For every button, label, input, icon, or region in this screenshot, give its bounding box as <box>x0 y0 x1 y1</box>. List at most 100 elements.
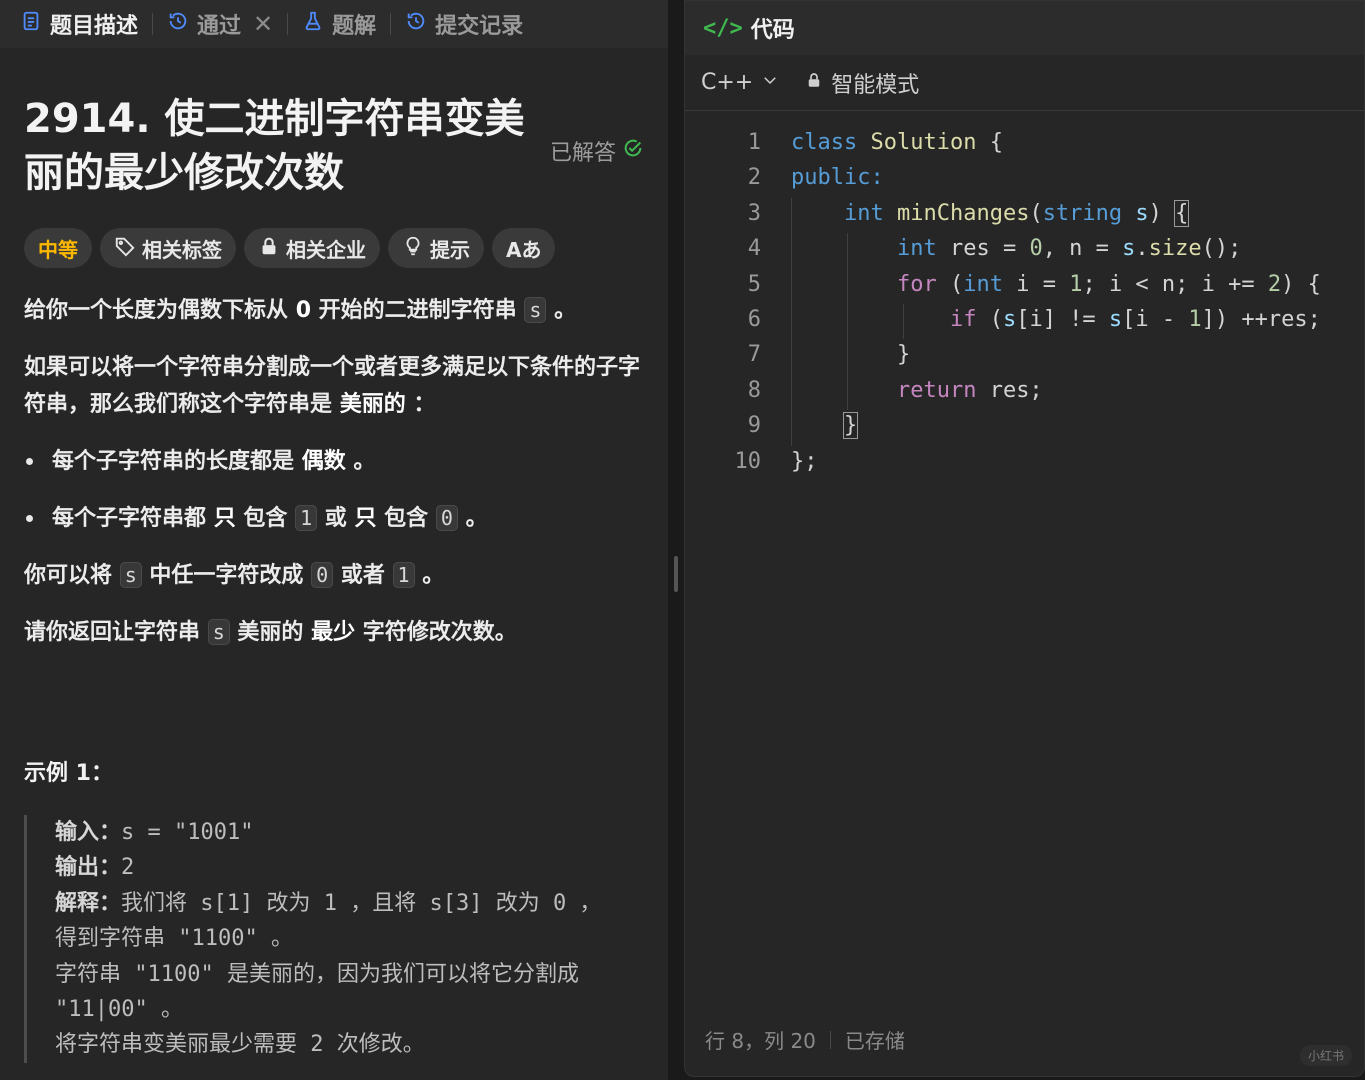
line-number: 1 <box>747 130 761 155</box>
problem-tabs: 题目描述 通过 ✕ 题解 提交记录 <box>0 0 668 48</box>
related-companies-button[interactable]: 相关企业 <box>244 228 380 268</box>
chevron-down-icon <box>761 70 779 95</box>
tab-solutions[interactable]: 题解 <box>302 8 390 40</box>
example-block: 输入：s = "1001" 输出：2 解释：我们将 s[1] 改为 1 ，且将 … <box>24 815 644 1063</box>
related-tags-button[interactable]: 相关标签 <box>100 228 236 268</box>
language-select[interactable]: C++ <box>701 70 779 95</box>
inline-code: s <box>524 297 547 323</box>
line-number: 7 <box>747 342 761 368</box>
solved-label: 已解答 <box>549 141 616 166</box>
text: ： <box>413 392 436 417</box>
code-line: 7 } <box>685 337 1364 372</box>
code-line: 3 int minChanges(string s) { <box>685 196 1364 231</box>
inline-code: s <box>207 619 230 645</box>
language-label: C++ <box>701 70 754 95</box>
code-text: for (int i = 1; i < n; i += 2) { <box>896 271 1321 297</box>
code-editor[interactable]: 1 class Solution { 2 public: 3 int minChan… <box>685 125 1364 479</box>
code-line: 5 for (int i = 1; i < n; i += 2) { <box>685 267 1364 302</box>
check-circle-icon <box>622 137 644 165</box>
tab-label: 提交记录 <box>435 14 524 39</box>
flask-icon <box>302 10 324 38</box>
tab-description[interactable]: 题目描述 <box>20 8 152 40</box>
text: 如果可以将一个字符串分割成一个或者更多满足以下条件的子字符串，那么我们称这个字符… <box>24 355 641 417</box>
text: 每个子字符串的长度都是 <box>52 449 295 474</box>
lock-icon <box>258 235 280 262</box>
badge-label: 相关标签 <box>142 237 222 262</box>
text: 。 <box>554 298 577 323</box>
text: 。 <box>465 506 488 531</box>
close-icon[interactable]: ✕ <box>253 10 273 38</box>
problem-title[interactable]: 2914. 使二进制字符串变美丽的最少修改次数 <box>24 92 544 200</box>
emphasis: 0 <box>295 298 311 323</box>
emphasis: 只 <box>354 506 377 531</box>
text: 你可以将 <box>24 563 113 588</box>
problem-panel: 题目描述 通过 ✕ 题解 提交记录 2914. 使二进制字符串变美丽的最少修改次… <box>0 0 668 1080</box>
example-input: 输入：s = "1001" <box>55 815 644 850</box>
smart-mode-toggle[interactable]: 智能模式 <box>805 67 919 99</box>
value: s = "1001" <box>121 820 254 845</box>
badge-label: 相关企业 <box>286 237 366 262</box>
code-text: return res; <box>896 377 1043 403</box>
history-icon <box>405 10 427 38</box>
watermark: 小红书 <box>1299 1045 1352 1066</box>
history-icon <box>167 10 189 38</box>
inline-code: 1 <box>392 562 415 588</box>
tag-icon <box>114 235 136 262</box>
desc-paragraph: 请你返回让字符串 s 美丽的 最少 字符修改次数。 <box>24 614 644 651</box>
text: 或 <box>324 506 347 531</box>
value: 我们将 s[1] 改为 1 ，且将 s[3] 改为 0 ， <box>121 890 602 916</box>
line-number: 6 <box>747 306 761 332</box>
tab-accepted[interactable]: 通过 ✕ <box>167 8 287 40</box>
code-line: 10}; <box>685 444 1364 479</box>
lock-icon <box>805 70 823 95</box>
list-item: 每个子字符串的长度都是 偶数 。 <box>24 443 644 480</box>
emphasis: 只 <box>213 506 236 531</box>
label: 解释： <box>55 890 122 916</box>
document-icon <box>20 10 42 38</box>
code-line: 8 return res; <box>685 373 1364 408</box>
panel-resize-handle[interactable] <box>674 556 678 592</box>
text: 开始的二进制字符串 <box>318 298 517 323</box>
translate-button[interactable]: Aあ <box>492 228 556 268</box>
text: 字符修改次数。 <box>362 620 517 645</box>
code-line: 9 } <box>685 408 1364 443</box>
tab-submissions[interactable]: 提交记录 <box>405 8 537 40</box>
desc-paragraph: 你可以将 s 中任一字符改成 0 或者 1 。 <box>24 557 644 594</box>
solved-status: 已解答 <box>550 102 644 200</box>
example-explanation-line: 将字符串变美丽最少需要 2 次修改。 <box>55 1032 425 1058</box>
text: 。 <box>353 449 376 474</box>
tab-label: 题目描述 <box>50 14 139 39</box>
desc-paragraph: 给你一个长度为偶数下标从 0 开始的二进制字符串 s 。 <box>24 292 644 329</box>
problem-content: 2914. 使二进制字符串变美丽的最少修改次数 已解答 中等 相关标签 相关企业… <box>0 92 668 1063</box>
problem-description: 给你一个长度为偶数下标从 0 开始的二进制字符串 s 。 如果可以将一个字符串分… <box>24 292 644 651</box>
example-explanation: 解释：我们将 s[1] 改为 1 ，且将 s[3] 改为 0 ， <box>55 886 644 921</box>
code-text: int minChanges(string s) { <box>843 199 1190 227</box>
text: 。 <box>422 563 445 588</box>
example-explanation-line: "11|00" 。 <box>55 997 183 1023</box>
tab-separator <box>152 13 154 35</box>
code-line: 2 public: <box>685 160 1364 195</box>
code-text: class Solution { <box>791 130 1003 155</box>
tab-label: 通过 <box>197 14 242 39</box>
code-text: int res = 0, n = s.size(); <box>896 236 1242 262</box>
code-line: 4 int res = 0, n = s.size(); <box>685 231 1364 266</box>
text: 包含 <box>243 506 288 531</box>
label: 输出： <box>55 855 122 881</box>
code-header-label: 代码 <box>750 18 795 43</box>
hint-button[interactable]: 提示 <box>388 228 484 268</box>
editor-status-bar: 行 8，列 20 已存储 <box>705 1025 905 1054</box>
label: 输入： <box>55 820 122 845</box>
example-explanation-line: 得到字符串 "1100" 。 <box>55 926 293 952</box>
code-text: } <box>791 342 911 368</box>
inline-code: 0 <box>311 562 334 588</box>
line-number: 2 <box>747 165 761 191</box>
difficulty-badge: 中等 <box>24 228 92 268</box>
text: 或者 <box>340 563 385 588</box>
emphasis: 美丽的 <box>339 392 406 417</box>
example-title: 示例 1： <box>24 761 113 786</box>
cursor-position: 行 8，列 20 <box>705 1029 816 1053</box>
code-line: 6 if (s[i] != s[i - 1]) ++res; <box>685 302 1364 337</box>
inline-code: 1 <box>295 505 318 531</box>
translate-icon: Aあ <box>506 237 542 262</box>
text: 美丽的 <box>237 620 304 645</box>
